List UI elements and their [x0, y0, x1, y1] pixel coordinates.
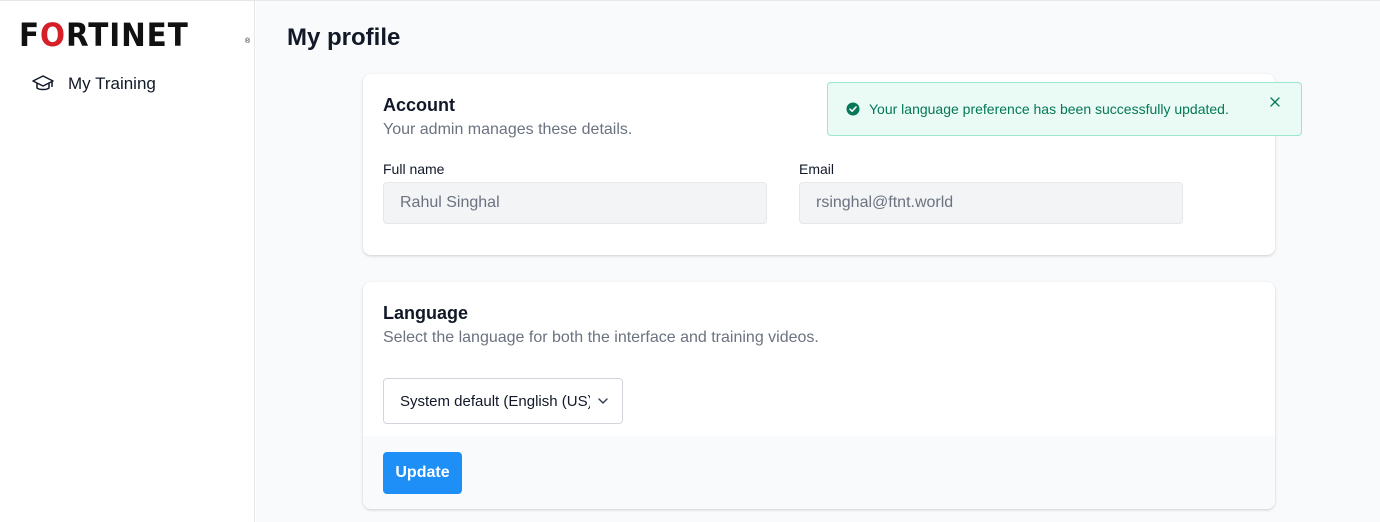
- sidebar: FORTINET ® My Training: [0, 1, 255, 522]
- sidebar-item-label: My Training: [68, 74, 156, 93]
- main-content: My profile Account Your admin manages th…: [256, 1, 1380, 522]
- app-window: FORTINET ® My Training My profile Accoun…: [0, 0, 1380, 522]
- registered-mark: ®: [245, 38, 251, 45]
- email-field[interactable]: [799, 182, 1183, 224]
- check-circle-icon: [846, 102, 860, 116]
- full-name-field[interactable]: [383, 182, 767, 224]
- account-subtitle: Your admin manages these details.: [383, 121, 633, 138]
- email-label: Email: [799, 161, 835, 177]
- account-title: Account: [383, 95, 455, 115]
- language-title: Language: [383, 303, 469, 323]
- graduation-cap-icon: [32, 73, 54, 95]
- logo-wordmark: FORTINET: [19, 16, 189, 54]
- toast-message: Your language preference has been succes…: [869, 101, 1229, 117]
- language-subtitle: Select the language for both the interfa…: [383, 329, 819, 346]
- update-button[interactable]: Update: [383, 452, 462, 494]
- language-card-footer: Update: [363, 436, 1275, 509]
- success-toast: Your language preference has been succes…: [827, 82, 1302, 136]
- sidebar-item-my-training[interactable]: My Training: [32, 71, 232, 97]
- fortinet-logo: FORTINET ®: [19, 16, 250, 54]
- chevron-down-icon: [596, 394, 610, 408]
- language-select-value: System default (English (US)): [400, 392, 590, 410]
- close-icon[interactable]: [1269, 96, 1281, 108]
- language-card: Language Select the language for both th…: [363, 282, 1275, 509]
- full-name-label: Full name: [383, 161, 445, 177]
- language-select[interactable]: System default (English (US)): [383, 378, 623, 424]
- page-title: My profile: [287, 24, 401, 51]
